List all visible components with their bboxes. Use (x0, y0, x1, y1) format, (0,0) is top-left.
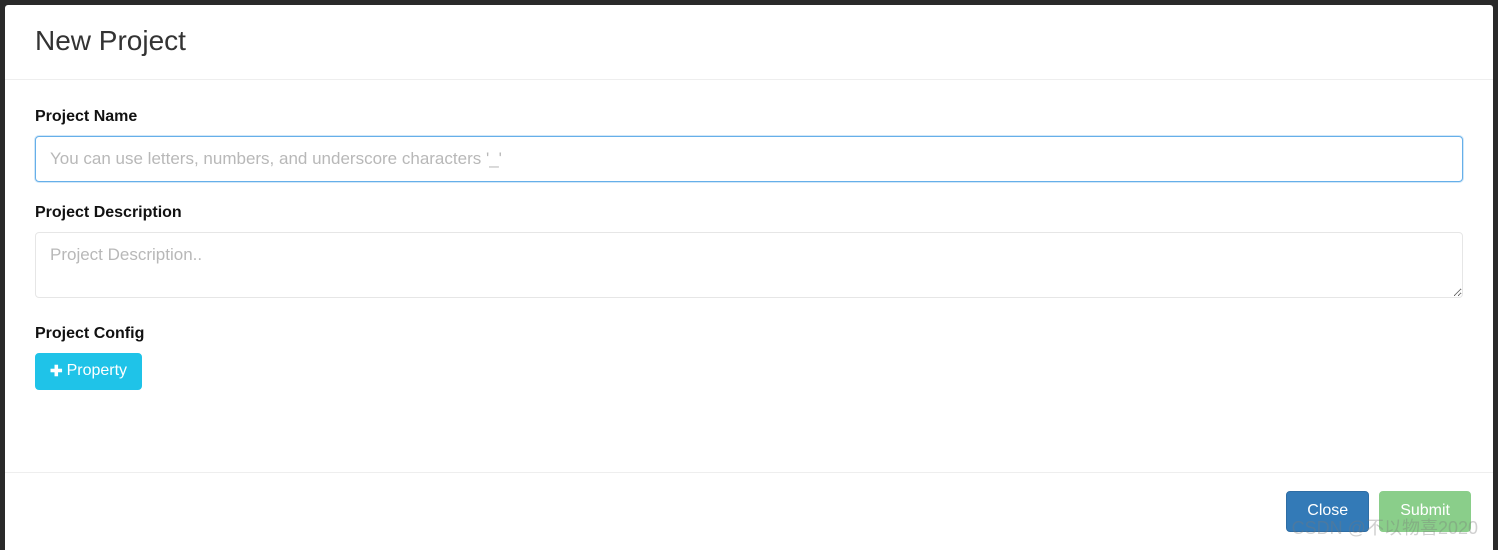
project-description-input[interactable] (35, 232, 1463, 298)
plus-icon: ✚ (50, 364, 63, 379)
close-button[interactable]: Close (1286, 491, 1369, 532)
modal-title: New Project (35, 25, 1463, 57)
project-name-label: Project Name (35, 108, 1463, 126)
submit-button[interactable]: Submit (1379, 491, 1471, 532)
add-property-button[interactable]: ✚ Property (35, 353, 142, 390)
add-property-label: Property (67, 361, 127, 382)
modal-header: New Project (5, 5, 1493, 80)
project-name-group: Project Name (35, 108, 1463, 182)
project-description-label: Project Description (35, 204, 1463, 222)
project-name-input[interactable] (35, 136, 1463, 182)
project-config-label: Project Config (35, 325, 1463, 343)
new-project-modal: New Project Project Name Project Descrip… (5, 5, 1493, 550)
project-config-group: Project Config ✚ Property (35, 325, 1463, 390)
modal-footer: Close Submit (5, 472, 1493, 550)
project-description-group: Project Description (35, 204, 1463, 303)
modal-body: Project Name Project Description Project… (5, 80, 1493, 472)
